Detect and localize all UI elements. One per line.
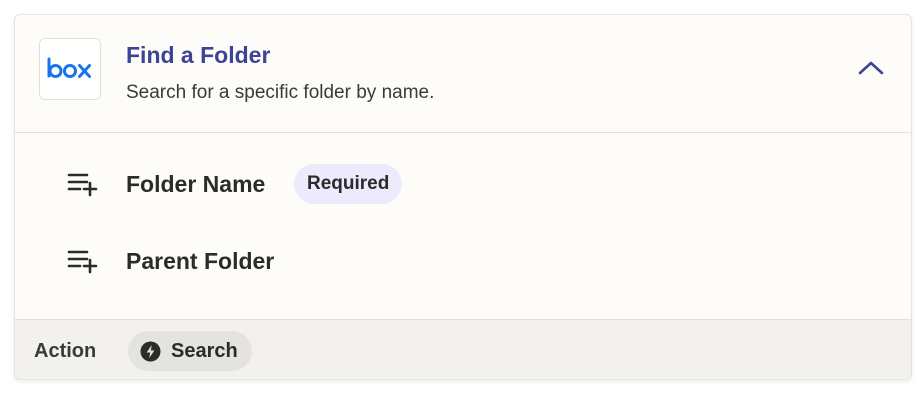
step-title: Find a Folder [126, 42, 271, 68]
field-row-parent-folder[interactable]: Parent Folder [15, 239, 911, 283]
step-card: Find a Folder Search for a specific fold… [14, 14, 912, 380]
field-label: Folder Name [126, 170, 266, 197]
step-header[interactable]: Find a Folder Search for a specific fold… [15, 15, 911, 133]
add-list-icon [67, 170, 99, 198]
collapse-button[interactable] [853, 53, 889, 83]
box-logo [39, 38, 101, 100]
search-chip[interactable]: Search [128, 331, 252, 371]
fields-list: Folder Name Required Parent Folder [15, 133, 911, 319]
step-type-label: Action [34, 340, 97, 362]
bolt-icon [140, 341, 161, 362]
box-logo-icon [47, 57, 91, 78]
required-badge: Required [294, 164, 403, 204]
field-row-folder-name[interactable]: Folder Name Required [15, 162, 911, 206]
field-label: Parent Folder [126, 247, 275, 274]
add-list-icon [67, 247, 99, 275]
step-footer: Action Search [15, 319, 911, 379]
chevron-up-icon [858, 61, 884, 75]
step-subtitle: Search for a specific folder by name. [126, 82, 435, 103]
search-chip-label: Search [171, 339, 238, 362]
